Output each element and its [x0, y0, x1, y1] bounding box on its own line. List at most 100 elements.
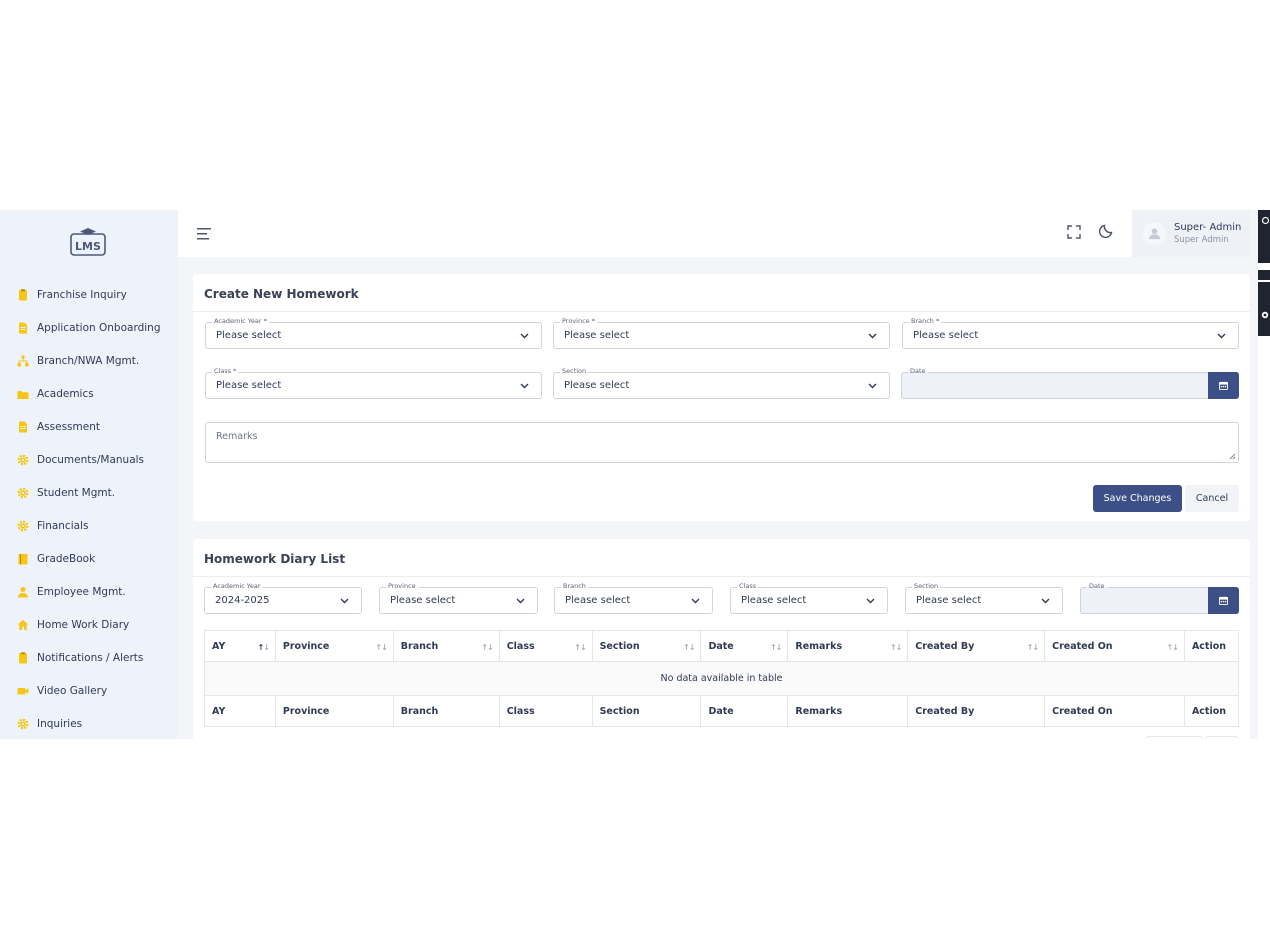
cancel-button[interactable]: Cancel — [1185, 485, 1239, 512]
sidebar-item-financials[interactable]: Financials — [0, 509, 178, 542]
remarks-textarea[interactable]: Remarks — [205, 422, 1239, 463]
sidebar-item-notifications-alerts[interactable]: Notifications / Alerts — [0, 641, 178, 674]
settings-gear-icon[interactable] — [1260, 310, 1270, 320]
card-divider — [193, 576, 1250, 577]
sort-icon[interactable]: ↑↓ — [683, 643, 695, 652]
date-input[interactable]: Date — [901, 367, 1239, 399]
remarks-placeholder: Remarks — [216, 431, 258, 442]
chevron-down-icon — [516, 598, 525, 604]
sidebar-item-branch-nwa-mgmt[interactable]: Branch/NWA Mgmt. — [0, 344, 178, 377]
sidebar-item-label: Employee Mgmt. — [37, 585, 126, 598]
sort-icon[interactable]: ↑↓ — [574, 643, 586, 652]
calendar-button[interactable] — [1208, 372, 1239, 399]
link-icon[interactable] — [1261, 216, 1270, 225]
filter-province-label: Province — [386, 582, 418, 591]
filter-class-label: Class — [737, 582, 759, 591]
column-header-date[interactable]: Date ↑↓ — [700, 630, 789, 662]
column-header-label: AY — [212, 640, 226, 652]
column-footer-created-by: Created By — [907, 695, 1046, 727]
sort-icon[interactable]: ↑↓ — [258, 643, 270, 652]
column-header-branch[interactable]: Branch ↑↓ — [392, 630, 500, 662]
column-header-ay[interactable]: AY ↑↓ — [204, 630, 276, 662]
column-header-label: Province — [282, 640, 330, 652]
fullscreen-icon[interactable] — [1067, 224, 1081, 239]
lms-logo[interactable]: LMS — [70, 228, 106, 256]
province-select[interactable]: Province * Please select — [553, 317, 890, 349]
sidebar-item-label: Inquiries — [37, 717, 83, 730]
class-select[interactable]: Class * Please select — [205, 367, 542, 399]
sort-icon[interactable]: ↑↓ — [770, 643, 782, 652]
sidebar-item-franchise-inquiry[interactable]: Franchise Inquiry — [0, 278, 178, 311]
sitemap-icon — [17, 355, 29, 367]
sort-icon[interactable]: ↑↓ — [890, 643, 902, 652]
sidebar-item-academics[interactable]: Academics — [0, 377, 178, 410]
user-menu[interactable]: Super- Admin Super Admin — [1132, 210, 1250, 257]
sidebar-item-student-mgmt[interactable]: Student Mgmt. — [0, 476, 178, 509]
filter-date-input[interactable]: Date — [1080, 582, 1239, 614]
sidebar-item-label: Video Gallery — [37, 684, 108, 697]
sidebar-item-home-work-diary[interactable]: Home Work Diary — [0, 608, 178, 641]
sidebar-item-documents-manuals[interactable]: Documents/Manuals — [0, 443, 178, 476]
sort-icon[interactable]: ↑↓ — [1027, 643, 1039, 652]
section-select[interactable]: Section Please select — [553, 367, 890, 399]
menu-toggle-icon[interactable] — [197, 226, 213, 240]
sidebar-item-label: Documents/Manuals — [37, 453, 145, 466]
academic-year-select[interactable]: Academic Year * Please select — [205, 317, 542, 349]
filter-academic-year-select[interactable]: Academic Year 2024-2025 — [204, 582, 362, 614]
sidebar-item-assessment[interactable]: Assessment — [0, 410, 178, 443]
column-header-label: Section — [599, 640, 640, 652]
chevron-down-icon — [1217, 333, 1226, 339]
pagination-next[interactable] — [1205, 736, 1239, 739]
sidebar-item-inquiries[interactable]: Inquiries — [0, 707, 178, 739]
column-header-created-by[interactable]: Created By ↑↓ — [907, 630, 1046, 662]
panel-block — [1258, 282, 1270, 336]
sidebar-item-label: Assessment — [37, 420, 100, 433]
sidebar-item-label: Academics — [37, 387, 94, 400]
filter-section-select[interactable]: Section Please select — [905, 582, 1063, 614]
sidebar-item-gradebook[interactable]: GradeBook — [0, 542, 178, 575]
sidebar-item-label: Branch/NWA Mgmt. — [37, 354, 140, 367]
file-icon — [17, 421, 29, 433]
column-header-created-on[interactable]: Created On ↑↓ — [1044, 630, 1185, 662]
filter-academic-year-label: Academic Year — [211, 582, 263, 591]
sidebar: LMS Franchise Inquiry Application Onboard… — [0, 210, 178, 739]
topbar: Super- Admin Super Admin — [178, 210, 1250, 257]
homework-diary-table: AY ↑↓ Province ↑↓ Branch ↑↓ Class ↑↓ Section ↑↓ Da… — [204, 630, 1240, 727]
column-header-province[interactable]: Province ↑↓ — [274, 630, 394, 662]
filter-branch-select[interactable]: Branch Please select — [554, 582, 713, 614]
calendar-icon — [1219, 596, 1228, 605]
pagination-previous[interactable] — [1145, 736, 1203, 739]
column-header-label: Remarks — [795, 640, 843, 652]
sort-icon[interactable]: ↑↓ — [1167, 643, 1179, 652]
column-header-remarks[interactable]: Remarks ↑↓ — [787, 630, 909, 662]
sidebar-item-label: Application Onboarding — [37, 321, 161, 334]
sidebar-item-video-gallery[interactable]: Video Gallery — [0, 674, 178, 707]
resize-handle-icon[interactable] — [1229, 453, 1236, 460]
sidebar-item-application-onboarding[interactable]: Application Onboarding — [0, 311, 178, 344]
homework-diary-list-card: Homework Diary List Academic Year 2024-2… — [193, 539, 1250, 739]
user-role: Super Admin — [1174, 235, 1229, 245]
svg-text:LMS: LMS — [75, 240, 101, 253]
app-window: LMS Franchise Inquiry Application Onboard… — [0, 210, 1270, 739]
gear-icon — [17, 487, 29, 499]
sidebar-item-employee-mgmt[interactable]: Employee Mgmt. — [0, 575, 178, 608]
column-header-class[interactable]: Class ↑↓ — [498, 630, 593, 662]
settings-panel-edge[interactable] — [1258, 210, 1270, 739]
column-header-label: Date — [708, 640, 734, 652]
column-header-label: Class — [506, 640, 535, 652]
branch-select[interactable]: Branch * Please select — [902, 317, 1239, 349]
create-homework-card: Create New Homework Academic Year * Plea… — [193, 274, 1250, 521]
gear-icon — [17, 718, 29, 730]
filter-calendar-button[interactable] — [1208, 587, 1239, 614]
chevron-down-icon — [1041, 598, 1050, 604]
column-footer-date: Date — [700, 695, 789, 727]
filter-class-select[interactable]: Class Please select — [730, 582, 888, 614]
sort-icon[interactable]: ↑↓ — [375, 643, 387, 652]
filter-province-select[interactable]: Province Please select — [379, 582, 538, 614]
sort-icon[interactable]: ↑↓ — [481, 643, 493, 652]
home-icon — [17, 619, 29, 631]
save-changes-button[interactable]: Save Changes — [1093, 485, 1182, 512]
dark-mode-toggle-icon[interactable] — [1098, 223, 1114, 239]
column-header-label: Action — [1191, 640, 1227, 652]
column-header-section[interactable]: Section ↑↓ — [591, 630, 702, 662]
